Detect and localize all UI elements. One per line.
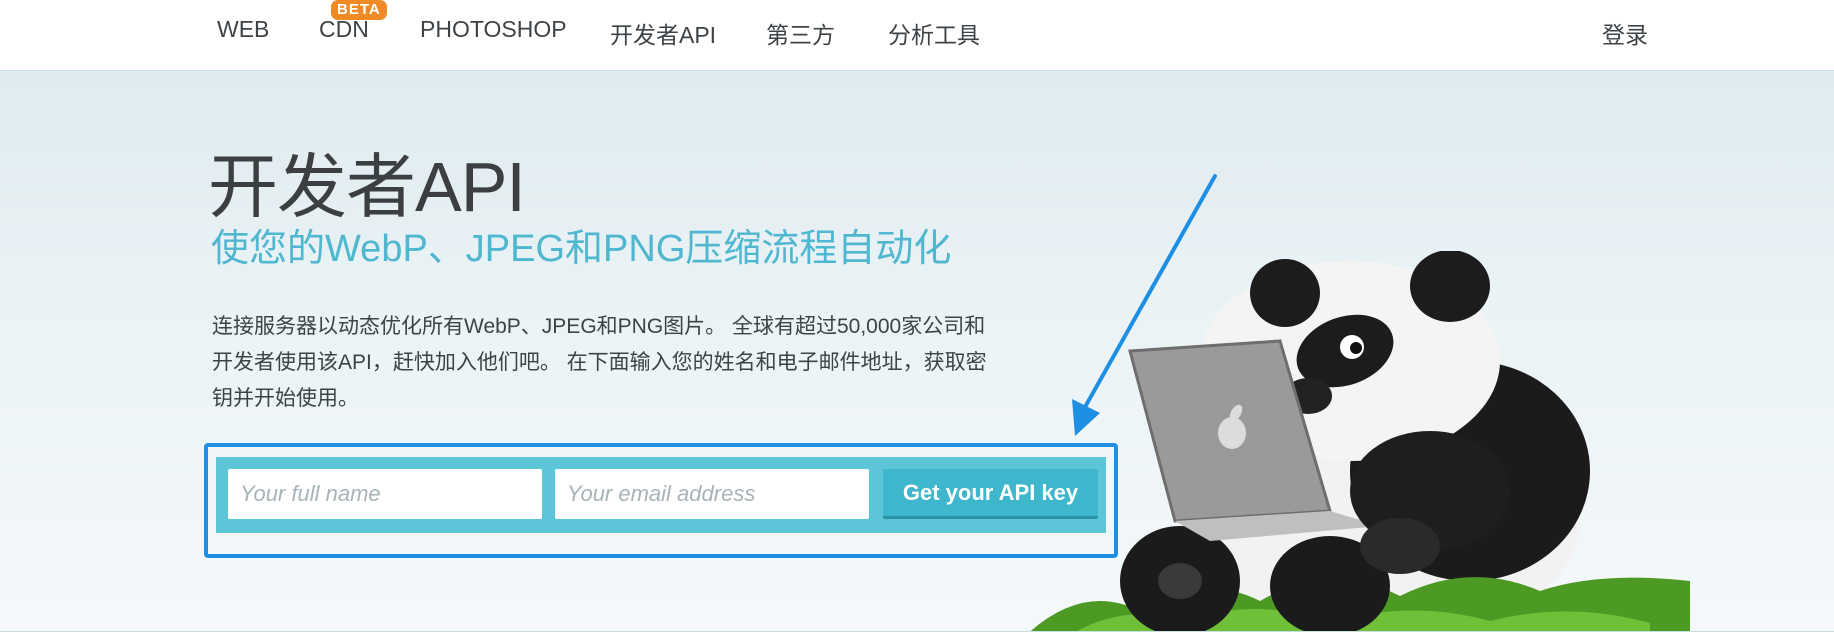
nav-item-cdn[interactable]: BETA CDN [319,0,387,43]
email-input[interactable] [555,469,869,519]
nav-item-third-party[interactable]: 第三方 [766,16,835,50]
nav-item-developer-api[interactable]: 开发者API [610,16,716,50]
signup-form: Get your API key [216,457,1106,533]
panda-illustration [1030,251,1690,631]
signup-form-highlight: Get your API key [204,443,1118,558]
nav-item-analysis-tools[interactable]: 分析工具 [888,16,980,50]
nav-item-web[interactable]: WEB [217,16,269,43]
page-subtitle: 使您的WebP、JPEG和PNG压缩流程自动化 [211,228,952,270]
top-navigation: WEB BETA CDN PHOTOSHOP 开发者API 第三方 分析工具 登… [0,0,1834,71]
hero-description: 连接服务器以动态优化所有WebP、JPEG和PNG图片。 全球有超过50,000… [212,315,987,410]
full-name-input[interactable] [228,469,542,519]
nav-item-photoshop[interactable]: PHOTOSHOP [420,16,567,43]
beta-badge: BETA [331,0,387,20]
login-link[interactable]: 登录 [1602,16,1648,50]
hero-section: 开发者API 使您的WebP、JPEG和PNG压缩流程自动化 连接服务器以动态优… [0,71,1834,631]
